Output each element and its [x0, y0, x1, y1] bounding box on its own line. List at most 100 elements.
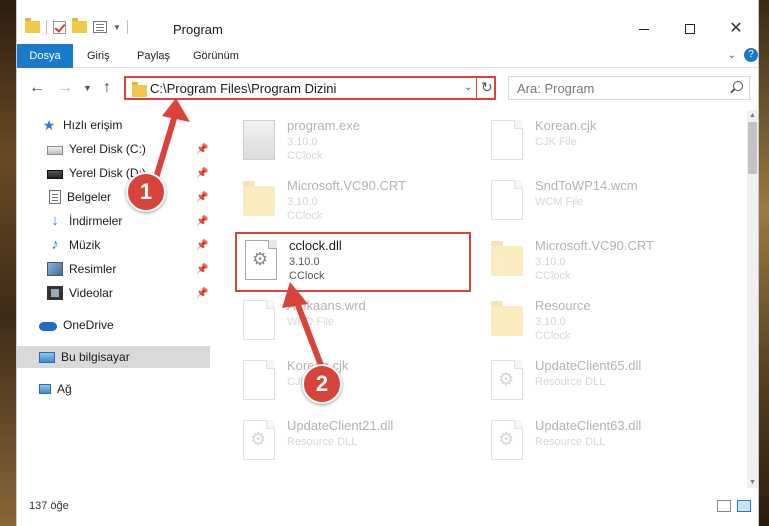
sidebar-item-documents[interactable]: Belgeler 📌	[17, 186, 210, 208]
file-list: program.exe 3.10.0 CClock Korean.cjk CJK…	[213, 110, 747, 488]
pin-icon[interactable]: 📌	[196, 216, 208, 227]
expand-ribbon-icon[interactable]: ⌄	[728, 50, 736, 61]
sidebar-item-label: İndirmeler	[69, 214, 123, 228]
quick-access-toolbar: ▼	[25, 18, 128, 34]
pin-icon[interactable]: 📌	[196, 144, 208, 155]
file-item[interactable]: Microsoft.VC90.CRT 3.10.0 CClock	[483, 234, 713, 292]
sidebar-item-pictures[interactable]: Resimler 📌	[17, 258, 210, 280]
scrollbar-thumb[interactable]	[748, 122, 757, 174]
file-item[interactable]: Afrikaans.wrd WRD File	[235, 294, 465, 352]
search-icon[interactable]	[733, 81, 743, 91]
file-type: Resource DLL	[535, 436, 606, 448]
tab-file[interactable]: Dosya	[17, 44, 73, 68]
file-company: CClock	[535, 330, 571, 342]
help-icon[interactable]: ?	[744, 48, 758, 62]
tab-view[interactable]: Görünüm	[183, 44, 249, 68]
details-view-icon[interactable]	[717, 500, 731, 512]
sidebar-item-network[interactable]: Ağ	[17, 378, 210, 400]
sidebar-item-local-disk-d[interactable]: Yerel Disk (D:) 📌	[17, 162, 210, 184]
file-item[interactable]: Korean.cjk CJK File	[483, 114, 713, 172]
document-icon	[491, 120, 523, 160]
sidebar-item-label: Videolar	[69, 286, 113, 300]
file-name: Microsoft.VC90.CRT	[535, 238, 654, 253]
file-item[interactable]: UpdateClient21.dll Resource DLL	[235, 414, 465, 472]
address-divider	[476, 78, 477, 98]
pin-icon[interactable]: 📌	[196, 240, 208, 251]
chevron-down-icon[interactable]: ⌄	[464, 82, 472, 93]
pin-icon[interactable]: 📌	[196, 288, 208, 299]
file-item[interactable]: Resource 3.10.0 CClock	[483, 294, 713, 352]
file-version: 3.10.0	[287, 196, 318, 208]
star-icon: ★	[42, 117, 56, 133]
sidebar-item-onedrive[interactable]: OneDrive	[17, 314, 210, 336]
scroll-up-icon[interactable]: ▲	[749, 112, 756, 119]
new-folder-icon[interactable]	[72, 18, 87, 33]
scroll-down-icon[interactable]: ▼	[749, 479, 756, 486]
search-input[interactable]: Ara: Program	[517, 81, 594, 96]
pictures-icon	[47, 262, 63, 276]
file-item[interactable]: UpdateClient63.dll Resource DLL	[483, 414, 713, 472]
sidebar-item-quick-access[interactable]: ★ Hızlı erişim	[17, 114, 210, 136]
file-type: WCM File	[535, 196, 584, 208]
refresh-icon[interactable]: ↻	[481, 79, 493, 96]
forward-arrow-icon[interactable]: →	[57, 79, 73, 97]
sidebar-item-downloads[interactable]: ↓ İndirmeler 📌	[17, 210, 210, 232]
minimize-icon	[639, 28, 649, 30]
close-button[interactable]: ✕	[713, 14, 759, 44]
search-box[interactable]: Ara: Program	[508, 76, 750, 100]
file-company: CClock	[289, 270, 325, 282]
document-icon	[243, 300, 275, 340]
step-badge-2: 2	[302, 364, 342, 404]
ribbon-tabs: Dosya Giriş Paylaş Görünüm ⌄ ?	[17, 44, 758, 68]
navigation-pane: ★ Hızlı erişim Yerel Disk (C:) 📌 Yerel D…	[17, 110, 210, 488]
sidebar-item-music[interactable]: ♪ Müzik 📌	[17, 234, 210, 256]
file-item[interactable]: UpdateClient65.dll Resource DLL	[483, 354, 713, 412]
maximize-button[interactable]	[667, 14, 713, 44]
file-version: 3.10.0	[535, 256, 566, 268]
navigation-bar: ← → ▼ ↑ C:\Program Files\Program Dizini …	[17, 69, 758, 107]
sidebar-item-label: Belgeler	[67, 190, 112, 204]
file-item[interactable]: Korean.cjk CJK File	[235, 354, 465, 412]
dll-gear-icon	[245, 240, 277, 280]
desktop-background-left	[0, 0, 16, 526]
up-arrow-icon[interactable]: ↑	[103, 79, 111, 97]
recent-locations-chevron-icon[interactable]: ▼	[83, 83, 92, 93]
pin-icon[interactable]: 📌	[196, 168, 208, 179]
chevron-down-icon[interactable]: ▼	[113, 23, 121, 32]
folder-icon	[25, 18, 40, 33]
minimize-button[interactable]	[621, 14, 667, 44]
file-company: CClock	[535, 270, 571, 282]
sidebar-item-local-disk-c[interactable]: Yerel Disk (C:) 📌	[17, 138, 210, 160]
item-count: 137 öğe	[29, 500, 69, 512]
large-icons-view-icon[interactable]	[737, 500, 751, 512]
file-item[interactable]: Microsoft.VC90.CRT 3.10.0 CClock	[235, 174, 465, 232]
folder-icon	[243, 181, 275, 216]
address-bar[interactable]: C:\Program Files\Program Dizini ⌄ ↻	[124, 76, 496, 100]
sidebar-item-label: Yerel Disk (C:)	[69, 142, 146, 156]
file-name: Korean.cjk	[535, 118, 597, 133]
close-icon: ✕	[729, 20, 743, 37]
file-item[interactable]: SndToWP14.wcm WCM File	[483, 174, 713, 232]
tab-home[interactable]: Giriş	[77, 44, 120, 68]
application-icon	[243, 120, 275, 160]
file-version: 3.10.0	[287, 136, 318, 148]
file-item[interactable]: program.exe 3.10.0 CClock	[235, 114, 465, 172]
sidebar-item-this-pc[interactable]: Bu bilgisayar	[17, 346, 210, 368]
pin-icon[interactable]: 📌	[196, 264, 208, 275]
file-item-cclock-dll[interactable]: cclock.dll 3.10.0 CClock	[235, 232, 471, 292]
tab-share[interactable]: Paylaş	[127, 44, 180, 68]
sidebar-item-videos[interactable]: Videolar 📌	[17, 282, 210, 304]
dll-gear-icon	[491, 360, 523, 400]
status-bar: 137 öğe	[17, 490, 758, 526]
address-path[interactable]: C:\Program Files\Program Dizini	[150, 81, 336, 96]
toolbar-divider	[126, 20, 128, 34]
pin-icon[interactable]: 📌	[196, 192, 208, 203]
explorer-window: ▼ Program ✕ Dosya Giriş Paylaş Görünüm ⌄…	[16, 0, 759, 526]
back-arrow-icon[interactable]: ←	[29, 79, 45, 97]
properties-icon[interactable]	[93, 21, 107, 33]
documents-icon	[49, 190, 61, 204]
checkmark-properties-icon[interactable]	[53, 20, 66, 34]
computer-icon	[39, 351, 55, 363]
music-icon: ♪	[51, 236, 59, 253]
vertical-scrollbar[interactable]: ▲ ▼	[747, 110, 758, 488]
